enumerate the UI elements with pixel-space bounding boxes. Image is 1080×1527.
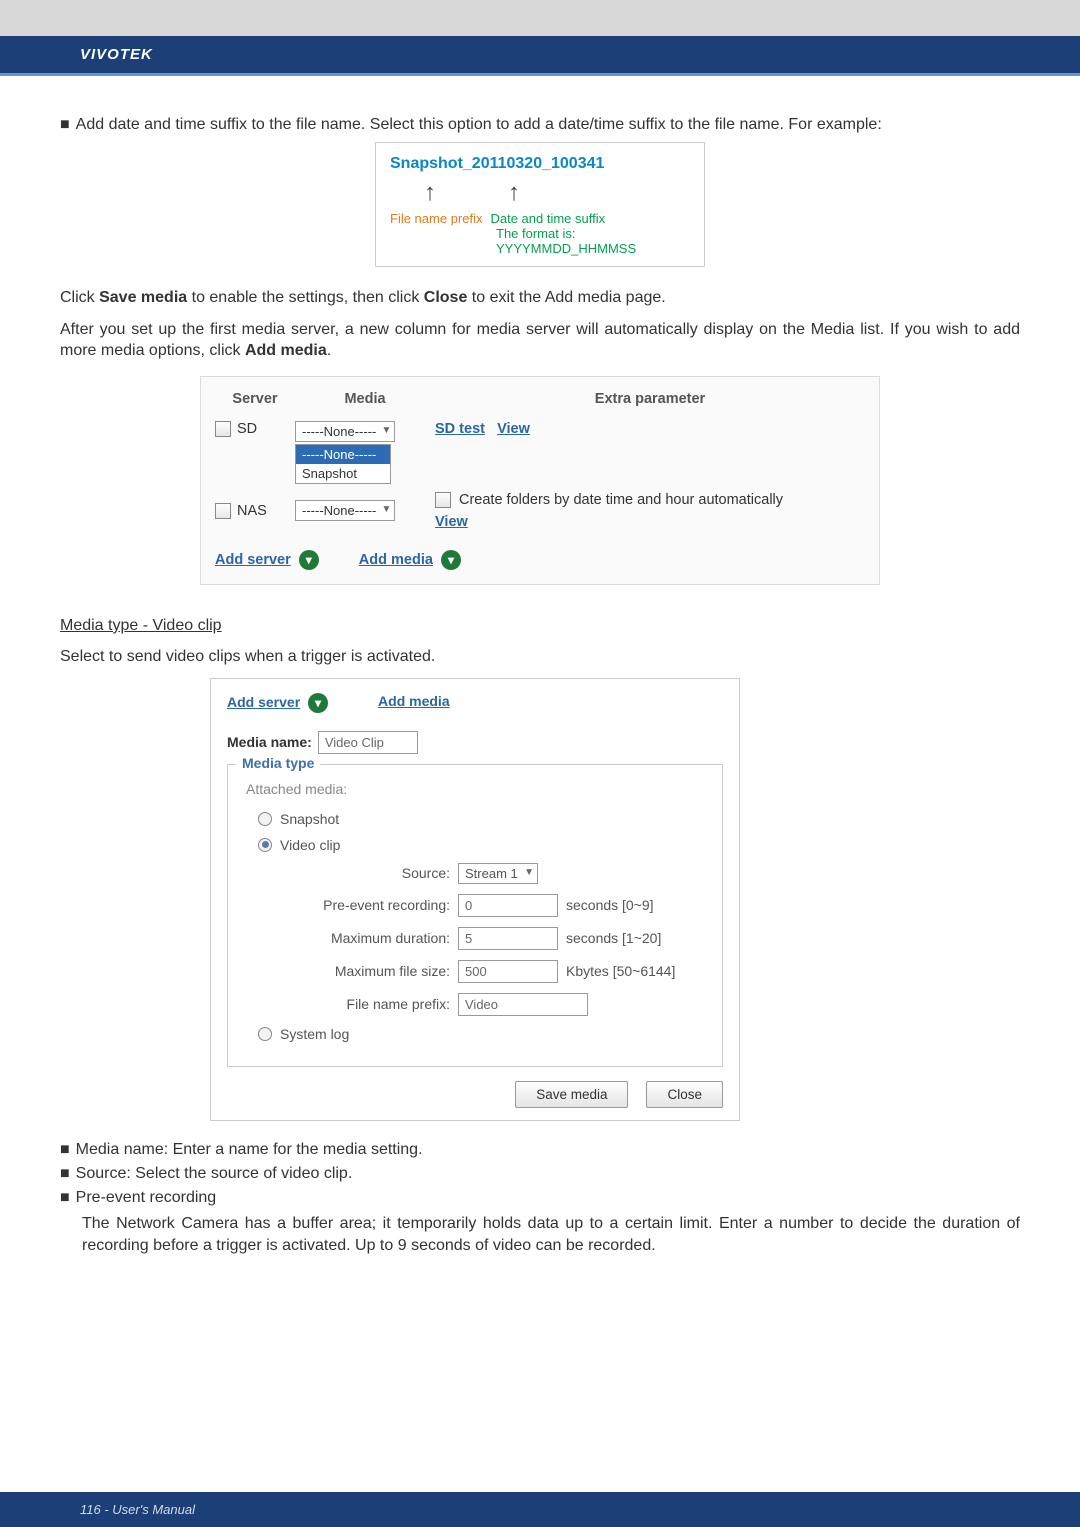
media-type-desc: Select to send video clips when a trigge… bbox=[60, 646, 1020, 668]
col-header-media: Media bbox=[295, 391, 435, 407]
radio-icon bbox=[258, 838, 272, 852]
radio-video-clip[interactable]: Video clip bbox=[258, 837, 710, 853]
attached-media-label: Attached media: bbox=[246, 781, 710, 797]
media-type-fieldset: Media type Attached media: Snapshot Vide… bbox=[227, 764, 723, 1067]
filename-example-box: Snapshot_20110320_100341 ↑ ↑ File name p… bbox=[375, 142, 705, 267]
bottom-bullet-source: ■ Source: Select the source of video cli… bbox=[60, 1165, 1020, 1183]
arrows-row: ↑ ↑ bbox=[390, 179, 694, 207]
add-media-panel: Add server ▾ Add media Media name: Video… bbox=[210, 678, 740, 1121]
sd-test-link[interactable]: SD test bbox=[435, 421, 485, 437]
media-type-heading: Media type - Video clip bbox=[60, 615, 1020, 637]
nas-checkbox[interactable] bbox=[215, 503, 231, 519]
max-size-input[interactable]: 500 bbox=[458, 960, 558, 983]
media-server-table: Server Media Extra parameter SD -----Non… bbox=[200, 376, 880, 585]
source-dropdown[interactable]: Stream 1 bbox=[458, 863, 538, 884]
dropdown-option-snapshot[interactable]: Snapshot bbox=[296, 464, 390, 483]
sd-checkbox[interactable] bbox=[215, 421, 231, 437]
example-filename: Snapshot_20110320_100341 bbox=[390, 155, 694, 173]
max-size-hint: Kbytes [50~6144] bbox=[566, 963, 675, 979]
add-server-link[interactable]: Add server ▾ bbox=[215, 550, 319, 570]
max-duration-label: Maximum duration: bbox=[300, 930, 450, 946]
media-list-paragraph: After you set up the first media server,… bbox=[60, 319, 1020, 362]
max-duration-hint: seconds [1~20] bbox=[566, 930, 661, 946]
filename-legend-prefix: File name prefix bbox=[390, 211, 482, 226]
max-duration-input[interactable]: 5 bbox=[458, 927, 558, 950]
radio-icon bbox=[258, 1027, 272, 1041]
add-server-link[interactable]: Add server ▾ bbox=[227, 693, 328, 713]
top-gray-bar bbox=[0, 0, 1080, 36]
sd-media-dropdown-open[interactable]: -----None----- Snapshot bbox=[295, 444, 391, 484]
chevron-down-icon: ▾ bbox=[441, 550, 461, 570]
page-footer: 116 - User's Manual bbox=[0, 1492, 1080, 1527]
save-media-button[interactable]: Save media bbox=[515, 1081, 628, 1108]
nas-media-dropdown[interactable]: -----None----- bbox=[295, 500, 395, 521]
filename-legend-suffix: Date and time suffix bbox=[490, 211, 605, 226]
square-bullet-icon: ■ bbox=[60, 1165, 70, 1183]
add-media-link[interactable]: Add media bbox=[378, 693, 450, 713]
filename-prefix-label: File name prefix: bbox=[300, 996, 450, 1012]
media-name-input[interactable]: Video Clip bbox=[318, 731, 418, 754]
filename-prefix-input[interactable]: Video bbox=[458, 993, 588, 1016]
sd-media-dropdown[interactable]: -----None----- bbox=[295, 421, 395, 442]
page-header: VIVOTEK bbox=[0, 36, 1080, 76]
media-name-label: Media name: bbox=[227, 734, 312, 750]
bottom-bullet-pre-event: ■ Pre-event recording bbox=[60, 1189, 1020, 1207]
arrow-up-icon: ↑ bbox=[508, 179, 520, 207]
col-header-extra: Extra parameter bbox=[435, 391, 865, 407]
chevron-down-icon: ▾ bbox=[299, 550, 319, 570]
square-bullet-icon: ■ bbox=[60, 116, 70, 134]
square-bullet-icon: ■ bbox=[60, 1189, 70, 1207]
nas-view-link[interactable]: View bbox=[435, 514, 468, 530]
arrow-up-icon: ↑ bbox=[424, 179, 436, 207]
intro-bullet-row: ■ Add date and time suffix to the file n… bbox=[60, 116, 1020, 134]
radio-snapshot[interactable]: Snapshot bbox=[258, 811, 710, 827]
media-type-legend: Media type bbox=[236, 755, 320, 771]
create-folders-checkbox[interactable] bbox=[435, 492, 451, 508]
dropdown-option-none[interactable]: -----None----- bbox=[296, 445, 390, 464]
create-folders-label: Create folders by date time and hour aut… bbox=[459, 492, 783, 508]
pre-event-input[interactable]: 0 bbox=[458, 894, 558, 917]
radio-icon bbox=[258, 812, 272, 826]
save-close-paragraph: Click Save media to enable the settings,… bbox=[60, 287, 1020, 309]
intro-bullet-text: Add date and time suffix to the file nam… bbox=[76, 116, 882, 134]
filename-format-hint: The format is: YYYYMMDD_HHMMSS bbox=[390, 226, 694, 256]
radio-system-log[interactable]: System log bbox=[258, 1026, 710, 1042]
sd-label: SD bbox=[237, 421, 257, 437]
close-button[interactable]: Close bbox=[646, 1081, 723, 1108]
pre-event-description: The Network Camera has a buffer area; it… bbox=[60, 1213, 1020, 1258]
source-label: Source: bbox=[300, 865, 450, 881]
brand-label: VIVOTEK bbox=[80, 46, 153, 63]
pre-event-hint: seconds [0~9] bbox=[566, 897, 654, 913]
chevron-down-icon: ▾ bbox=[308, 693, 328, 713]
sd-view-link[interactable]: View bbox=[497, 421, 530, 437]
bottom-bullet-media-name: ■ Media name: Enter a name for the media… bbox=[60, 1141, 1020, 1159]
max-size-label: Maximum file size: bbox=[300, 963, 450, 979]
table-row-sd: SD -----None----- -----None----- Snapsho… bbox=[215, 417, 865, 488]
square-bullet-icon: ■ bbox=[60, 1141, 70, 1159]
col-header-server: Server bbox=[215, 391, 295, 407]
pre-event-label: Pre-event recording: bbox=[300, 897, 450, 913]
add-media-link[interactable]: Add media ▾ bbox=[359, 550, 461, 570]
nas-label: NAS bbox=[237, 503, 267, 519]
table-row-nas: NAS -----None----- Create folders by dat… bbox=[215, 488, 865, 534]
